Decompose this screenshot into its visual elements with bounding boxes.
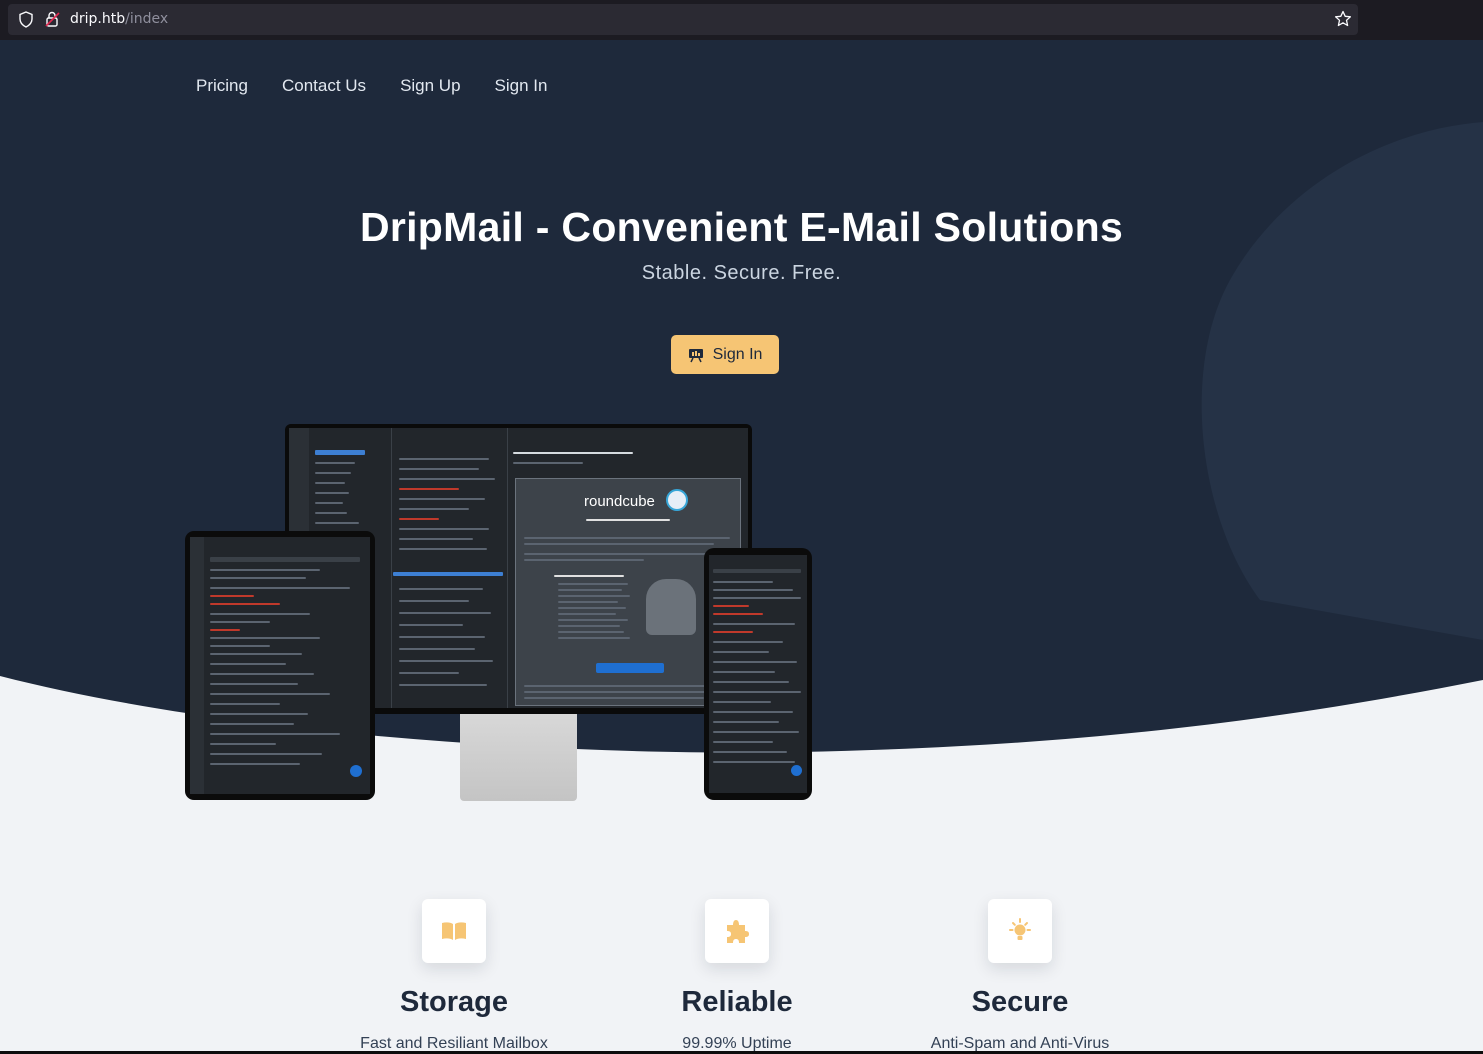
feature-icon-box bbox=[422, 899, 486, 963]
url-path: /index bbox=[125, 11, 169, 27]
hero-subtitle: Stable. Secure. Free. bbox=[641, 262, 842, 284]
presentation-icon bbox=[688, 348, 703, 362]
feature-title: Secure bbox=[971, 986, 1069, 1018]
hero-background-decoration bbox=[0, 122, 1483, 800]
bookmark-star-icon[interactable] bbox=[1334, 10, 1352, 28]
puzzle-icon bbox=[727, 920, 749, 943]
sign-in-button-label: Sign In bbox=[712, 345, 763, 363]
nav-link-sign-up[interactable]: Sign Up bbox=[400, 76, 460, 96]
hero-title: DripMail - Convenient E-Mail Solutions bbox=[359, 204, 1124, 250]
browser-toolbar: drip.htb/index bbox=[0, 0, 1483, 40]
hero-section: Pricing Contact Us Sign Up Sign In DripM… bbox=[0, 40, 1483, 800]
features-section: Storage Fast and Resiliant Mailbox Relia… bbox=[0, 870, 1483, 1054]
insecure-lock-icon[interactable] bbox=[44, 11, 62, 28]
nav-link-pricing[interactable]: Pricing bbox=[196, 76, 248, 96]
feature-title: Reliable bbox=[681, 986, 793, 1018]
url-text[interactable]: drip.htb/index bbox=[70, 11, 168, 27]
book-icon bbox=[442, 922, 466, 940]
address-bar[interactable]: drip.htb/index bbox=[8, 4, 1358, 35]
shield-icon[interactable] bbox=[18, 11, 34, 28]
main-nav: Pricing Contact Us Sign Up Sign In bbox=[196, 76, 581, 96]
nav-link-contact-us[interactable]: Contact Us bbox=[282, 76, 366, 96]
lightbulb-icon bbox=[1009, 918, 1031, 940]
nav-link-sign-in[interactable]: Sign In bbox=[495, 76, 548, 96]
feature-icon-box bbox=[705, 899, 769, 963]
feature-title: Storage bbox=[400, 986, 508, 1018]
url-host: drip.htb bbox=[70, 11, 126, 27]
feature-icon-box bbox=[988, 899, 1052, 963]
sign-in-button[interactable]: Sign In bbox=[671, 335, 779, 374]
